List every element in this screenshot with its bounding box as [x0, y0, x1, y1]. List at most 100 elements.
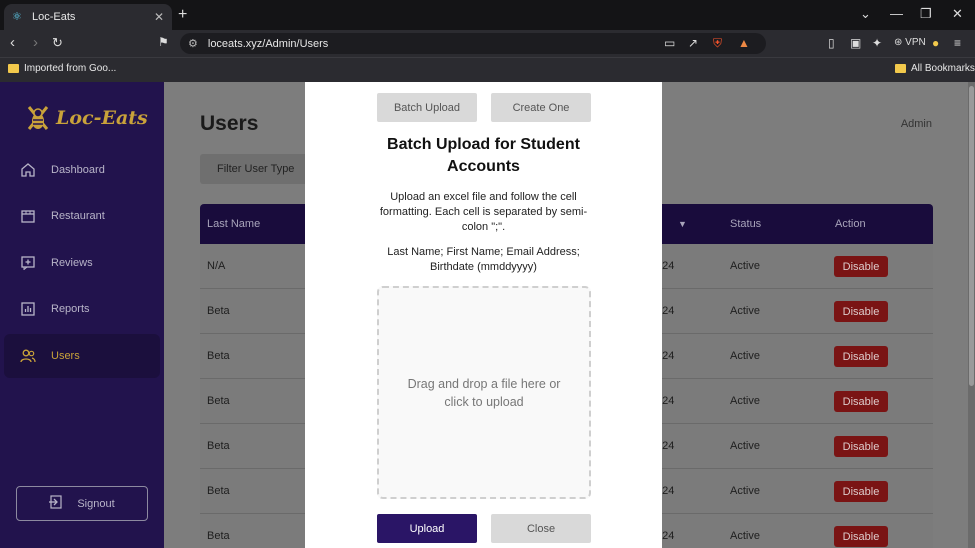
wallet-icon[interactable]: ▣ [850, 36, 861, 50]
address-bar[interactable]: ⚙ loceats.xyz/Admin/Users [180, 33, 766, 54]
cell-status: Active [730, 440, 760, 452]
modal-tabs: Batch Upload Create One [377, 93, 591, 122]
page-scrollbar[interactable] [968, 82, 975, 548]
cell-status: Active [730, 485, 760, 497]
modal-actions: Upload Close [377, 514, 591, 543]
signout-icon [49, 495, 63, 512]
close-button[interactable]: Close [491, 514, 591, 543]
disable-button[interactable]: Disable [834, 346, 888, 367]
column-status: Status [730, 218, 762, 230]
cell-status: Active [730, 260, 760, 272]
store-icon [20, 208, 36, 224]
cell-status: Active [730, 395, 760, 407]
sidebar: Loc-Eats Dashboard Restaurant Reviews Re… [0, 82, 164, 548]
sidebar-item-restaurant[interactable]: Restaurant [0, 194, 164, 238]
column-action: Action [835, 218, 866, 230]
browser-chrome: ⚛ Loc-Eats ✕ + ⌄ — ❐ ✕ ‹ › ↻ ⚑ ⚙ loceats… [0, 0, 975, 82]
bookmarks-bar: Imported from Goo... All Bookmarks [0, 57, 975, 82]
vpn-button[interactable]: ⊛ VPN [894, 37, 926, 48]
sidebar-toggle-icon[interactable]: ▯ [828, 36, 835, 50]
menu-icon[interactable]: ≡ [954, 36, 961, 50]
sidebar-item-label: Dashboard [51, 164, 105, 176]
cell-status: Active [730, 350, 760, 362]
filter-user-type-dropdown[interactable]: Filter User Type [200, 154, 310, 184]
profile-icon[interactable]: ● [932, 36, 939, 50]
bookmark-imported[interactable]: Imported from Goo... [8, 63, 116, 74]
disable-button[interactable]: Disable [834, 301, 888, 322]
logo-bee-icon [27, 106, 49, 130]
chart-icon [20, 301, 36, 317]
close-window-icon[interactable]: ✕ [952, 6, 963, 22]
browser-tab[interactable]: ⚛ Loc-Eats ✕ [4, 4, 172, 30]
reload-icon[interactable]: ↻ [52, 35, 63, 51]
cell-last-name: Beta [207, 395, 230, 407]
modal-title-line: Accounts [447, 158, 520, 175]
sidebar-item-label: Users [51, 350, 80, 362]
sidebar-item-users[interactable]: Users [4, 334, 160, 378]
disable-button[interactable]: Disable [834, 436, 888, 457]
cell-last-name: Beta [207, 350, 230, 362]
bookmark-icon[interactable]: ⚑ [158, 35, 169, 49]
tab-title: Loc-Eats [32, 11, 76, 23]
disable-button[interactable]: Disable [834, 481, 888, 502]
disable-button[interactable]: Disable [834, 391, 888, 412]
leo-ai-icon[interactable]: ✦ [872, 36, 882, 50]
cell-last-name: Beta [207, 530, 230, 542]
folder-icon [8, 64, 19, 73]
tab-batch-upload[interactable]: Batch Upload [377, 93, 477, 122]
modal-title-line: Batch Upload for Student [387, 136, 580, 153]
cell-last-name: Beta [207, 440, 230, 452]
close-tab-icon[interactable]: ✕ [154, 10, 164, 24]
sidebar-item-label: Restaurant [51, 210, 105, 222]
page-viewport: Loc-Eats Dashboard Restaurant Reviews Re… [0, 82, 975, 548]
bookmark-all[interactable]: All Bookmarks [895, 63, 975, 74]
admin-label[interactable]: Admin [901, 118, 932, 130]
browser-toolbar: ‹ › ↻ ⚑ ⚙ loceats.xyz/Admin/Users ▭ ↗ ⛨ … [0, 30, 975, 57]
sort-caret-icon[interactable]: ▼ [678, 219, 687, 229]
upload-button[interactable]: Upload [377, 514, 477, 543]
cell-status: Active [730, 305, 760, 317]
sidebar-item-label: Reviews [51, 257, 93, 269]
forward-icon[interactable]: › [33, 34, 38, 51]
review-icon [20, 255, 36, 271]
folder-icon [895, 64, 906, 73]
tab-strip: ⚛ Loc-Eats ✕ + ⌄ — ❐ ✕ [0, 0, 975, 30]
tab-create-one[interactable]: Create One [491, 93, 591, 122]
share-icon[interactable]: ↗ [688, 36, 698, 50]
signout-label: Signout [77, 497, 115, 510]
cell-last-name: Beta [207, 305, 230, 317]
sidebar-item-reviews[interactable]: Reviews [0, 241, 164, 285]
brave-shield-icon[interactable]: ⛨ [713, 36, 722, 51]
site-info-icon[interactable]: ⚙ [188, 37, 198, 50]
cell-last-name: N/A [207, 260, 226, 272]
cell-last-name: Beta [207, 485, 230, 497]
new-tab-icon[interactable]: + [178, 6, 187, 24]
column-last-name[interactable]: Last Name [207, 218, 260, 230]
page-title: Users [200, 112, 259, 135]
logo-text: Loc-Eats [56, 107, 148, 129]
cell-status: Active [730, 530, 760, 542]
modal-title: Batch Upload for Student Accounts [305, 134, 662, 178]
disable-button[interactable]: Disable [834, 256, 888, 277]
modal-description: Upload an excel file and follow the cell… [379, 191, 588, 233]
home-icon [20, 162, 36, 178]
sidebar-item-reports[interactable]: Reports [0, 287, 164, 331]
minimize-icon[interactable]: — [890, 6, 903, 21]
file-dropzone[interactable]: Drag and drop a file here or click to up… [377, 286, 591, 499]
brave-rewards-icon[interactable]: ▲ [738, 36, 750, 50]
scrollbar-thumb[interactable] [969, 86, 974, 386]
logo[interactable]: Loc-Eats [26, 104, 148, 132]
url-text: loceats.xyz/Admin/Users [207, 37, 329, 50]
disable-button[interactable]: Disable [834, 526, 888, 547]
users-icon [20, 348, 36, 364]
cast-icon[interactable]: ▭ [664, 36, 675, 50]
back-icon[interactable]: ‹ [10, 34, 15, 51]
tab-search-icon[interactable]: ⌄ [860, 6, 871, 22]
signout-button[interactable]: Signout [16, 486, 148, 521]
batch-upload-modal: Batch Upload Create One Batch Upload for… [305, 82, 662, 548]
sidebar-item-label: Reports [51, 303, 90, 315]
react-favicon-icon: ⚛ [12, 11, 22, 23]
restore-icon[interactable]: ❐ [920, 6, 932, 22]
modal-format: Last Name; First Name; Email Address; Bi… [387, 246, 580, 273]
sidebar-item-dashboard[interactable]: Dashboard [0, 148, 164, 192]
